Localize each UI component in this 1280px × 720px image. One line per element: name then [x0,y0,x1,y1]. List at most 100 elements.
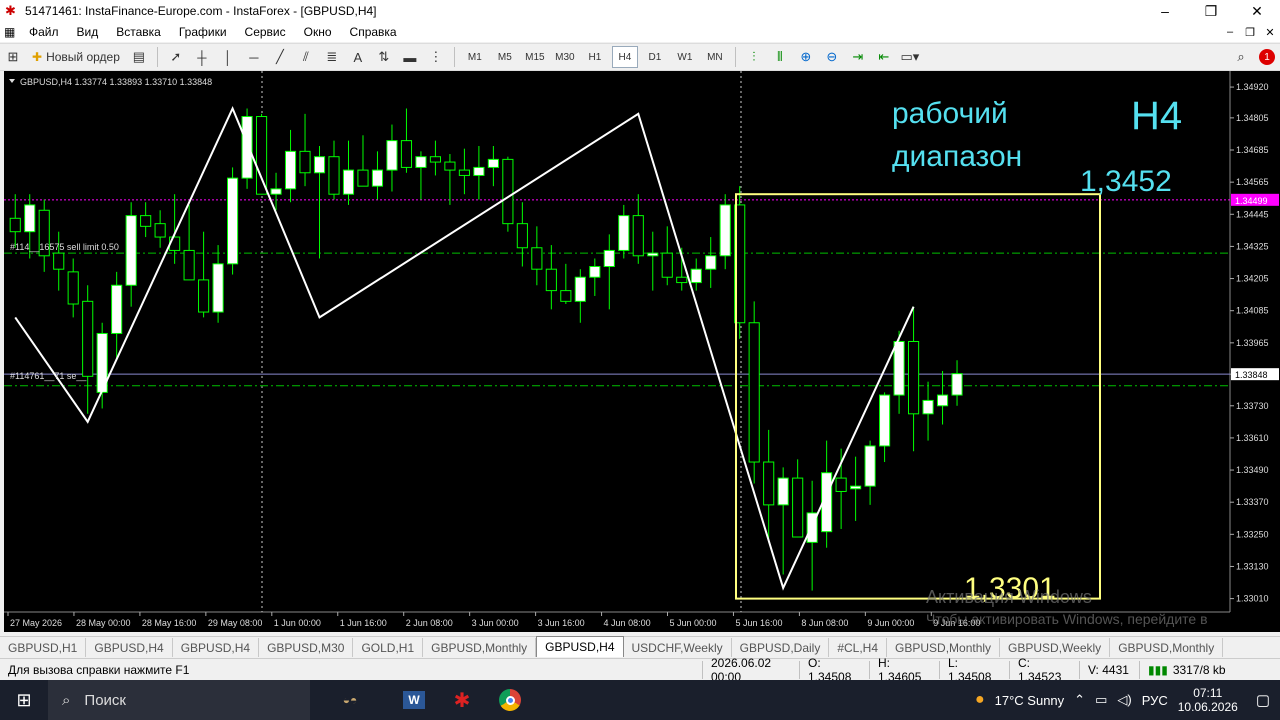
candle-body [198,279,210,313]
menu-view[interactable]: Вид [68,25,108,39]
network-icon[interactable]: ▭ [1095,692,1107,708]
clock[interactable]: 07:11 10.06.2026 [1178,686,1238,714]
chart-tab[interactable]: GBPUSD,H4 [536,636,624,657]
new-order-label: Новый ордер [46,50,120,64]
timeframe-h4[interactable]: H4 [611,46,638,68]
candle-body [907,341,920,415]
chart-tab[interactable]: GBPUSD,Monthly [887,638,1001,657]
word-icon[interactable]: W [390,680,438,720]
taskbar-search[interactable]: ⌕ Поиск [48,680,310,720]
timeframe-mn[interactable]: MN [702,46,728,68]
candle-body [531,247,543,270]
horizontal-line-icon[interactable]: ─ [243,46,265,68]
chart-tabs: GBPUSD,H1 GBPUSD,H4 GBPUSD,H4 GBPUSD,M30 GOL… [0,636,1280,657]
menu-charts[interactable]: Графики [170,25,236,39]
instaforex-logo-icon: ✱ [5,3,16,18]
weather-label[interactable]: 17°C Sunny [995,693,1065,708]
status-low: L: 1.34508 [939,656,1009,684]
notification-center-icon[interactable]: ▢ [1256,691,1270,709]
chrome-icon[interactable] [486,680,534,720]
weather-icon[interactable]: ● [975,691,985,709]
timeframe-w1[interactable]: W1 [672,46,698,68]
templates-icon[interactable]: ▭▾ [899,46,921,68]
arrows-icon[interactable]: ⇅ [373,46,395,68]
autoscroll-icon[interactable]: ⇥ [847,46,869,68]
chart-tab[interactable]: GBPUSD,M30 [259,638,354,657]
vertical-line-icon[interactable]: │ [217,46,239,68]
chart-tab[interactable]: GBPUSD,H4 [173,638,260,657]
candle-body [154,223,166,238]
timeframe-m30[interactable]: M30 [552,46,578,68]
candle-body [241,116,253,179]
navigator-icon[interactable]: ▤ [128,46,150,68]
minimize-button[interactable]: – [1142,3,1188,19]
cursor-icon[interactable]: ➚ [165,46,187,68]
y-tick-label: 1.34445 [1236,209,1269,219]
menu-help[interactable]: Справка [341,25,406,39]
candle-body [516,223,528,249]
label-icon[interactable]: ▬ [399,46,421,68]
menu-window[interactable]: Окно [295,25,341,39]
status-close: C: 1.34523 [1009,656,1079,684]
zoom-in-icon[interactable]: ⊕ [795,46,817,68]
x-tick-label: 8 Jun 08:00 [801,618,848,628]
chart-tab[interactable]: GBPUSD,Monthly [1110,638,1224,657]
timeframe-d1[interactable]: D1 [642,46,668,68]
start-button[interactable]: ⊞ [0,680,48,720]
zoom-out-icon[interactable]: ⊖ [821,46,843,68]
candle-body [661,252,673,278]
bar-chart-icon[interactable]: ⫶ [743,46,765,68]
symbol-collapse-icon[interactable] [9,79,15,83]
timeframe-m15[interactable]: M15 [522,46,548,68]
document-icon[interactable]: ▦ [4,25,20,39]
chart-tab[interactable]: GBPUSD,Daily [732,638,830,657]
widgets-icon[interactable]: ◒◓ [310,680,390,720]
text-icon[interactable]: A [347,46,369,68]
chart-window[interactable]: 1.34920 1.34805 1.34685 1.34565 1.34445 1.343… [4,71,1280,632]
chart-tab[interactable]: GOLD,H1 [353,638,424,657]
chart-tab[interactable]: GBPUSD,H4 [86,638,173,657]
candle-body [922,399,934,415]
instaforex-icon[interactable]: ✱ [438,680,486,720]
chart-tab[interactable]: GBPUSD,Monthly [423,638,537,657]
trendline-icon[interactable]: ╱ [269,46,291,68]
price-chart[interactable]: 1.34920 1.34805 1.34685 1.34565 1.34445 1.343… [4,71,1280,632]
timeframe-h1[interactable]: H1 [582,46,608,68]
doc-close-button[interactable]: ✕ [1260,26,1280,39]
chart-shift-icon[interactable]: ⇤ [873,46,895,68]
close-button[interactable]: ✕ [1234,3,1280,20]
language-indicator[interactable]: РУС [1142,693,1168,708]
volume-icon[interactable]: ◁) [1117,692,1131,708]
y-tick-label: 1.33010 [1236,594,1269,604]
chart-tab[interactable]: GBPUSD,H1 [0,638,87,657]
doc-minimize-button[interactable]: – [1220,26,1240,39]
menu-tools[interactable]: Сервис [236,25,295,39]
channel-icon[interactable]: ⫽ [295,46,317,68]
timeframe-m5[interactable]: M5 [492,46,518,68]
timeframe-m1[interactable]: M1 [462,46,488,68]
status-volume: V: 4431 [1079,660,1139,679]
maximize-button[interactable]: ❐ [1188,3,1234,20]
system-tray: ● 17°C Sunny ⌃ ▭ ◁) РУС 07:11 10.06.2026… [975,686,1280,714]
candlestick-icon[interactable]: ⫴ [769,46,791,68]
candle-body [632,215,644,257]
search-icon[interactable]: ⌕ [1230,46,1252,68]
notifications-icon[interactable]: 1 [1256,46,1278,68]
chart-tab[interactable]: USDCHF,Weekly [624,638,732,657]
crosshair-icon[interactable]: ┼ [191,46,213,68]
chart-tab[interactable]: GBPUSD,Weekly [1000,638,1111,657]
menu-insert[interactable]: Вставка [107,25,170,39]
menu-file[interactable]: Файл [20,25,68,39]
x-tick-label: 28 May 16:00 [142,618,197,628]
chevron-up-icon[interactable]: ⌃ [1074,692,1085,708]
chart-tab[interactable]: #CL,H4 [829,638,888,657]
doc-restore-button[interactable]: ❐ [1240,26,1260,39]
grid-icon[interactable]: ⋮ [425,46,447,68]
candle-body [560,290,572,302]
y-tick-label: 1.33730 [1236,401,1269,411]
new-chart-icon[interactable]: ⊞ [2,46,24,68]
toolbar-separator [156,47,158,67]
new-order-button[interactable]: ✚ Новый ордер [28,46,124,68]
fibonacci-icon[interactable]: ≣ [321,46,343,68]
candle-body [864,445,876,487]
